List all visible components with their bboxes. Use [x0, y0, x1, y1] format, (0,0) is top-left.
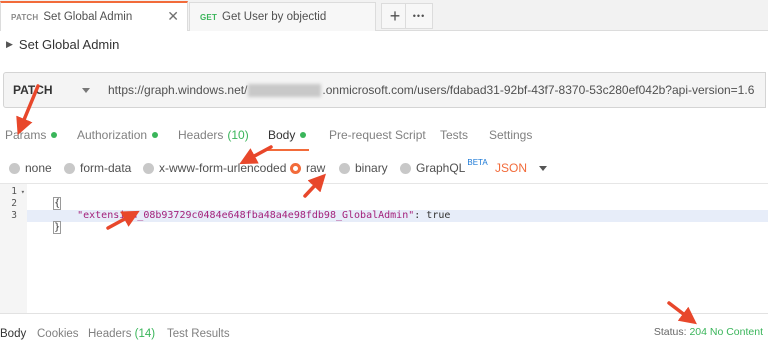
- fold-caret-icon[interactable]: ▾: [21, 186, 25, 198]
- radio-label: binary: [355, 161, 388, 175]
- radio-label: GraphQL: [416, 161, 466, 175]
- radio-binary[interactable]: binary: [339, 161, 388, 175]
- response-bar: Body Cookies Headers (14) Test Results S…: [0, 313, 768, 340]
- json-separator: :: [414, 210, 427, 221]
- radio-form-data[interactable]: form-data: [64, 161, 131, 175]
- radio-circle: [400, 162, 411, 174]
- tab-label: Headers: [178, 128, 224, 142]
- url-input[interactable]: https://graph.windows.net/ .onmicrosoft.…: [98, 72, 766, 108]
- response-tab-test-results[interactable]: Test Results: [167, 328, 230, 340]
- body-editor[interactable]: 1 ▾ 2 3 { "extension_08b93729c0484e648fb…: [0, 183, 768, 314]
- body-type-options: none form-data x-www-form-urlencoded raw…: [0, 158, 768, 180]
- tab-tests[interactable]: Tests: [440, 128, 468, 142]
- radio-circle: [290, 162, 301, 174]
- tab-count: (10): [227, 128, 249, 142]
- tab-body[interactable]: Body: [264, 128, 310, 151]
- tab-strip: PATCH Set Global Admin ✕ GET Get User by…: [0, 0, 768, 31]
- json-value: true: [426, 210, 451, 221]
- chevron-down-icon: [539, 165, 548, 171]
- line-number: 2: [0, 198, 27, 210]
- radio-raw[interactable]: raw: [290, 161, 325, 175]
- code-line-2: "extension_08b93729c0484e648fba48a4e98fd…: [53, 198, 450, 221]
- redacted-tenant: [248, 83, 322, 97]
- radio-label: raw: [306, 161, 326, 175]
- tab-label: Tests: [440, 128, 469, 142]
- chevron-down-icon: [82, 88, 90, 93]
- tab-label: Body: [0, 328, 27, 340]
- more-icon: •••: [412, 11, 426, 21]
- line-number: 1 ▾: [0, 186, 27, 198]
- code-line-3: }: [30, 210, 62, 234]
- response-tab-body[interactable]: Body: [0, 328, 26, 340]
- tab-get-user[interactable]: GET Get User by objectid: [189, 2, 376, 31]
- tab-pre-request-script[interactable]: Pre-request Script: [329, 128, 426, 142]
- radio-circle: [143, 162, 154, 174]
- line-number-text: 3: [11, 210, 17, 221]
- status-value: 204 No Content: [689, 326, 763, 338]
- tab-label: Authorization: [77, 128, 148, 142]
- request-title[interactable]: ▶ Set Global Admin: [6, 37, 119, 52]
- line-number-text: 1: [11, 186, 17, 197]
- tab-settings[interactable]: Settings: [489, 128, 532, 142]
- tab-label: Cookies: [37, 328, 79, 340]
- chevron-right-icon[interactable]: ▶: [6, 39, 13, 50]
- radio-label: none: [25, 161, 52, 175]
- tab-headers[interactable]: Headers (10): [178, 128, 249, 142]
- tab-label: Params: [5, 128, 47, 142]
- more-tabs-button[interactable]: •••: [405, 3, 433, 29]
- tab-label: Settings: [489, 128, 533, 142]
- radio-circle: [64, 162, 75, 174]
- tab-method: PATCH: [11, 12, 39, 22]
- tab-label: Body: [268, 128, 296, 142]
- request-title-text: Set Global Admin: [18, 37, 120, 52]
- response-status: Status: 204 No Content: [654, 326, 763, 338]
- code-line-1: {: [30, 186, 62, 210]
- radio-label: x-www-form-urlencoded: [159, 161, 287, 175]
- plus-icon: +: [389, 5, 401, 26]
- method-dropdown[interactable]: PATCH: [3, 72, 99, 108]
- radio-graphql[interactable]: GraphQL BETA: [400, 157, 488, 175]
- tab-params[interactable]: Params: [5, 128, 58, 142]
- status-dot: [300, 132, 307, 138]
- body-format-label: JSON: [495, 161, 528, 175]
- tab-count: (14): [134, 328, 156, 340]
- response-tab-cookies[interactable]: Cookies: [37, 328, 79, 340]
- tab-label: Headers: [88, 328, 132, 340]
- tab-label: Test Results: [167, 328, 230, 340]
- response-tab-headers[interactable]: Headers (14): [88, 328, 155, 340]
- close-icon[interactable]: ✕: [167, 8, 179, 25]
- radio-label: form-data: [80, 161, 132, 175]
- status-dot: [152, 132, 159, 138]
- status-label: Status:: [653, 326, 687, 338]
- json-key: "extension_08b93729c0484e648fba48a4e98fd…: [77, 210, 415, 221]
- tab-title: Set Global Admin: [43, 11, 133, 23]
- radio-x-www-form-urlencoded[interactable]: x-www-form-urlencoded: [143, 161, 286, 175]
- status-dot: [51, 132, 58, 138]
- tab-authorization[interactable]: Authorization: [77, 128, 159, 142]
- body-format-dropdown[interactable]: JSON: [495, 161, 548, 175]
- beta-badge: BETA: [467, 157, 488, 167]
- tab-set-global-admin[interactable]: PATCH Set Global Admin ✕: [0, 1, 188, 31]
- tab-title: Get User by objectid: [222, 11, 327, 23]
- close-brace: }: [53, 221, 62, 234]
- radio-circle: [9, 162, 20, 174]
- line-number-text: 2: [11, 198, 17, 209]
- radio-circle: [339, 162, 350, 174]
- request-tabs: Params Authorization Headers (10) Body Pr…: [0, 119, 768, 152]
- line-number: 3: [0, 210, 27, 222]
- url-prefix: https://graph.windows.net/: [108, 83, 248, 97]
- method-label: PATCH: [13, 83, 53, 97]
- url-suffix: .onmicrosoft.com/users/fdabad31-92bf-43f…: [322, 83, 755, 97]
- radio-none[interactable]: none: [9, 161, 52, 175]
- tab-method: GET: [200, 12, 218, 22]
- tab-label: Pre-request Script: [329, 128, 426, 142]
